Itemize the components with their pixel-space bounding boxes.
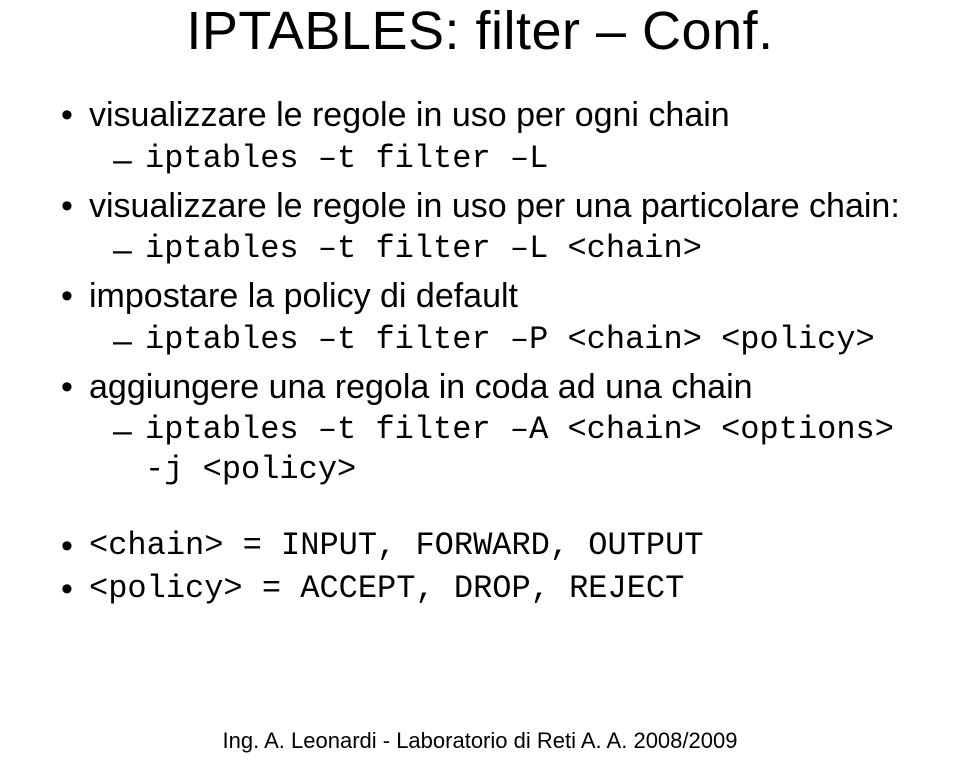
sub-item: iptables –t filter –L (89, 139, 905, 179)
bullet-text: impostare la policy di default (89, 277, 518, 315)
footer-text: Ing. A. Leonardi - Laboratorio di Reti A… (0, 728, 960, 754)
bullet-item: visualizzare le regole in uso per ogni c… (55, 94, 905, 179)
bullet-text: visualizzare le regole in uso per ogni c… (89, 96, 730, 134)
bullet-item: aggiungere una regola in coda ad una cha… (55, 366, 905, 491)
bullet-text: visualizzare le regole in uso per una pa… (89, 187, 900, 225)
slide-content: visualizzare le regole in uso per ogni c… (55, 94, 905, 610)
spacer (55, 496, 905, 524)
bullet-text: aggiungere una regola in coda ad una cha… (89, 368, 753, 406)
bottom-item: <chain> = INPUT, FORWARD, OUTPUT (55, 524, 905, 567)
sub-item: iptables –t filter –P <chain> <policy> (89, 320, 905, 360)
sub-item: iptables –t filter –A <chain> <options> … (89, 410, 905, 490)
bottom-item: <policy> = ACCEPT, DROP, REJECT (55, 567, 905, 610)
slide: IPTABLES: filter – Conf. visualizzare le… (0, 0, 960, 772)
slide-title: IPTABLES: filter – Conf. (55, 0, 905, 62)
sub-list: iptables –t filter –L (89, 139, 905, 179)
bullet-item: visualizzare le regole in uso per una pa… (55, 185, 905, 270)
sub-list: iptables –t filter –A <chain> <options> … (89, 410, 905, 490)
sub-list: iptables –t filter –L <chain> (89, 229, 905, 269)
sub-list: iptables –t filter –P <chain> <policy> (89, 320, 905, 360)
sub-item: iptables –t filter –L <chain> (89, 229, 905, 269)
bottom-list: <chain> = INPUT, FORWARD, OUTPUT <policy… (55, 524, 905, 610)
bullet-list: visualizzare le regole in uso per ogni c… (55, 94, 905, 490)
bullet-item: impostare la policy di default iptables … (55, 275, 905, 360)
